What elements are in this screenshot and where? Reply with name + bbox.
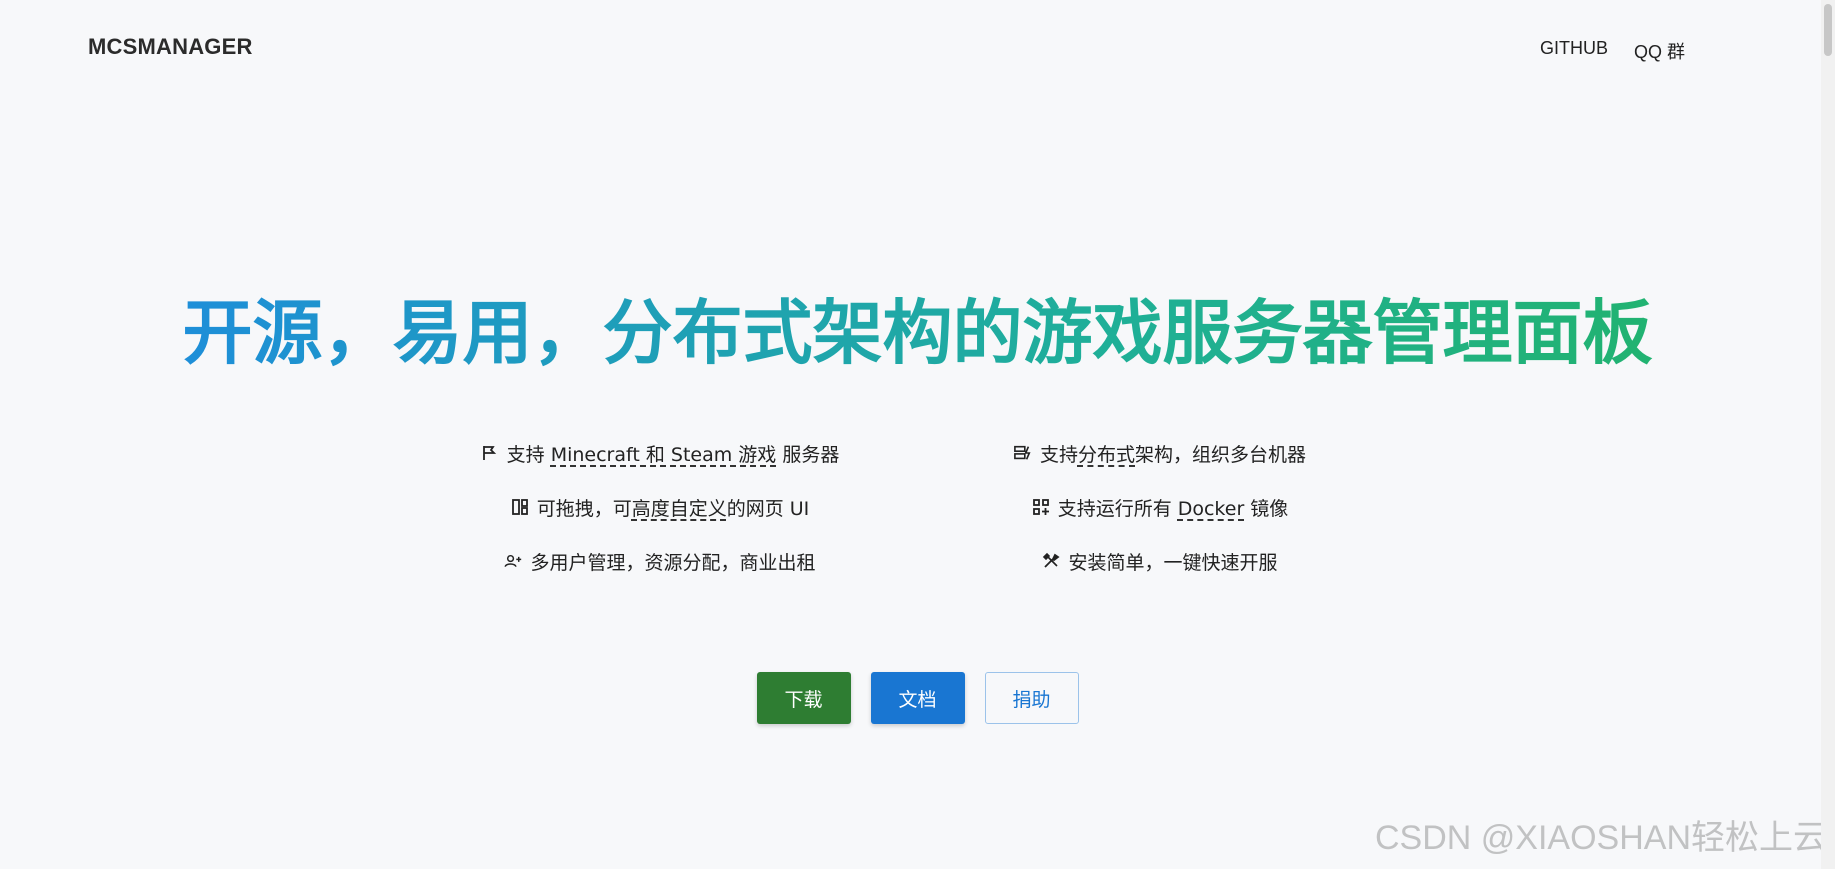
feature-text: 支持运行所有 Docker 镜像 [1057,497,1289,520]
page: MCSMANAGER GITHUB QQ 群 开源，易用，分布式架构的游戏服务器… [0,0,1835,869]
feature-text: 支持分布式架构，组织多台机器 [1039,443,1307,466]
top-nav: GITHUB QQ 群 [1540,38,1685,64]
donate-button[interactable]: 捐助 [984,672,1079,724]
tools-icon [1042,552,1061,570]
watermark: CSDN @XIAOSHAN轻松上云 [1374,819,1827,857]
feature-easy-install: 安装简单，一键快速开服 [930,543,1390,579]
feature-docker: 支持运行所有 Docker 镜像 [930,489,1390,525]
scrollbar[interactable] [1821,0,1835,869]
feature-text: 安装简单，一键快速开服 [1068,551,1278,574]
brand-logo[interactable]: MCSMANAGER [88,34,253,60]
flag-icon [481,444,499,462]
feature-multi-user: 多用户管理，资源分配，商业出租 [430,543,890,579]
nav-qq-group[interactable]: QQ 群 [1634,38,1685,64]
feature-distributed: 支持分布式架构，组织多台机器 [930,435,1390,471]
feature-text: 多用户管理，资源分配，商业出租 [530,551,816,574]
layout-icon [511,498,529,516]
feature-text: 可拖拽，可高度自定义的网页 UI [536,497,810,520]
feature-game-support: 支持 Minecraft 和 Steam 游戏 服务器 [430,435,890,471]
user-add-icon [504,552,522,570]
feature-custom-ui: 可拖拽，可高度自定义的网页 UI [430,489,890,525]
scrollbar-thumb[interactable] [1824,4,1832,56]
header: MCSMANAGER GITHUB QQ 群 [0,30,1835,70]
nav-github[interactable]: GITHUB [1540,38,1608,64]
docs-button[interactable]: 文档 [870,672,965,724]
download-button[interactable]: 下载 [756,672,851,724]
action-buttons: 下载 文档 捐助 [0,672,1835,724]
hero-title: 开源，易用，分布式架构的游戏服务器管理面板 [0,288,1835,378]
server-nodes-icon [1014,444,1032,462]
feature-text: 支持 Minecraft 和 Steam 游戏 服务器 [506,443,840,466]
apps-add-icon [1032,498,1050,516]
feature-list: 支持 Minecraft 和 Steam 游戏 服务器 支持分布式架构，组织多台… [430,435,1390,579]
